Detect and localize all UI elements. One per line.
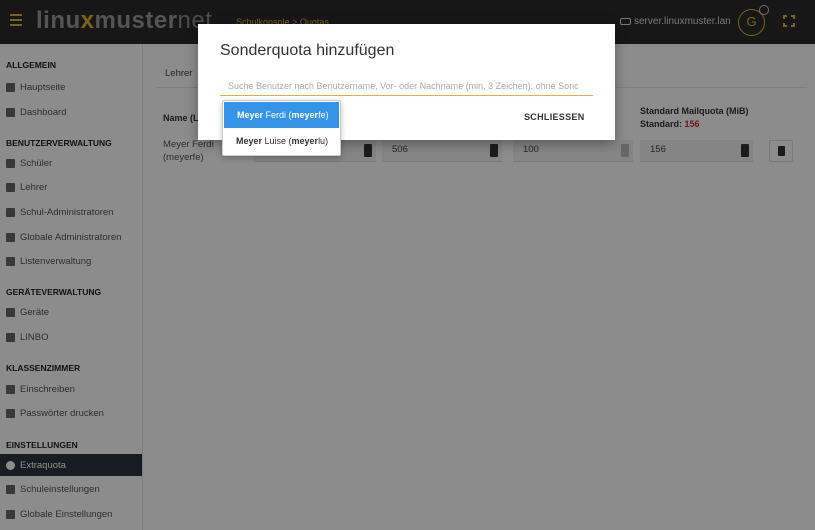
suggestion-text: lu) [318,136,329,146]
suggestion-item[interactable]: Meyer Ferdi (meyerfe) [224,102,339,128]
suggestion-match: meyer [291,136,319,146]
dialog-title: Sonderquota hinzufügen [220,42,395,59]
user-suggestion-dropdown: Meyer Ferdi (meyerfe) Meyer Luise (meyer… [222,100,341,156]
suggestion-text: fe) [318,110,329,120]
suggestion-text: Luise ( [262,136,292,146]
suggestion-text: Ferdi ( [263,110,292,120]
close-button[interactable]: SCHLIESSEN [524,112,585,122]
suggestion-item[interactable]: Meyer Luise (meyerlu) [223,128,340,154]
user-search-input[interactable] [220,76,593,96]
suggestion-match: meyer [291,110,319,120]
suggestion-match: Meyer [237,110,264,120]
suggestion-match: Meyer [236,136,263,146]
